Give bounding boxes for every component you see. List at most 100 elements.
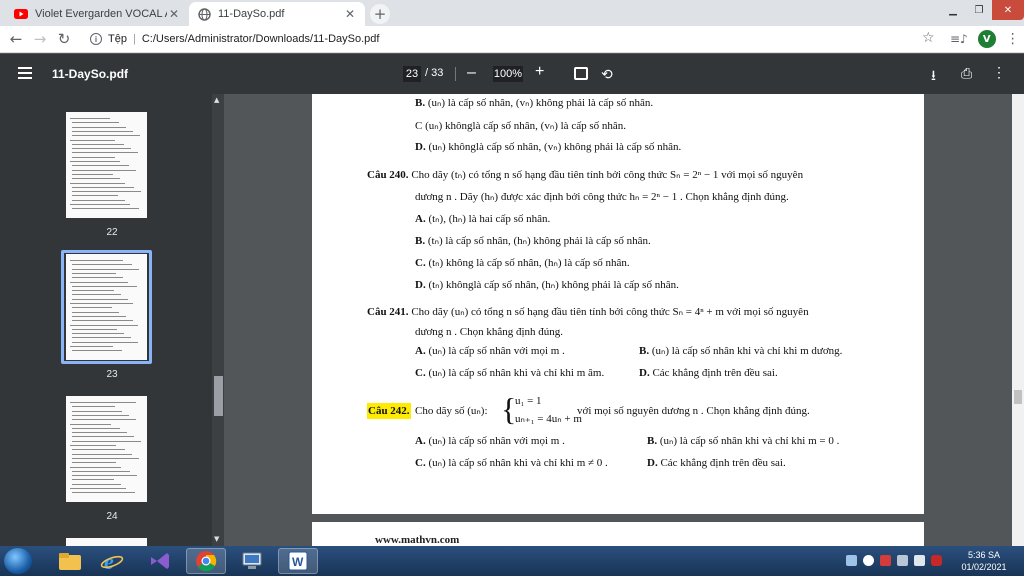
back-icon[interactable]: ← [4,30,28,48]
thumbnail-text-line [72,208,139,210]
thumbnail-text-line [72,272,116,274]
rotate-icon[interactable]: ⟲ [601,66,613,83]
q241-option-c: C. (uₙ) là cấp số nhân khi và chỉ khi m … [415,367,605,379]
thumbnail-text-line [72,320,133,322]
visual-studio-icon[interactable] [140,548,180,574]
bookmark-star-icon[interactable]: ☆ [922,30,935,46]
clock-time: 5:36 SA [967,550,1001,560]
q240-option-d: D. (tₙ) khônglà cấp số nhân, (hₙ) không … [415,279,679,291]
page-number-input[interactable]: 23 [403,66,421,82]
q242-option-c: C. (uₙ) là cấp số nhân khi và chỉ khi m … [415,457,608,469]
taskbar: e W 5:36 SA 01/02/2021 [0,546,1024,576]
question-242-label: Câu 242. [367,403,411,419]
document-scroll-thumb[interactable] [1014,390,1022,404]
thumbnail-text-line [70,488,126,489]
start-button[interactable] [4,548,32,574]
reload-icon[interactable]: ↻ [52,30,76,48]
thumbnail-text-line [72,436,134,438]
media-control-icon[interactable]: ≡♪ [950,32,968,46]
window-controls: ▁ ❐ ✕ [940,0,1024,20]
prev-option-b: B. (uₙ) là cấp số nhân, (vₙ) không phải … [415,97,654,109]
thumbnail-text-line [70,118,110,119]
new-tab-button[interactable]: + [370,4,390,24]
cloud-icon[interactable] [863,555,874,566]
scroll-down-icon[interactable]: ▼ [214,535,219,543]
taskbar-clock[interactable]: 5:36 SA 01/02/2021 [952,549,1016,573]
scroll-up-icon[interactable]: ▲ [214,96,219,104]
thumbnail-text-line [70,346,113,347]
alert-icon[interactable] [880,555,891,566]
document-scrollbar[interactable] [1012,94,1024,546]
tab-strip: Violet Evergarden VOCAL AL ✕ 11-DaySo.pd… [0,0,1024,26]
more-options-icon[interactable]: ⋮ [992,64,1006,81]
thumbnail-text-line [70,423,111,425]
system-line-1: u₁ = 1 [515,395,542,407]
clock-date: 01/02/2021 [961,562,1007,572]
scheme-label: Tệp [108,33,127,45]
thumbnail-text-line [72,122,119,124]
thumbnail-text-line [72,483,121,485]
thumbnail-text-line [72,298,128,300]
pdf-page-24: www.mathvn.com [312,522,924,546]
chat-icon[interactable] [846,555,857,566]
thumbnail-page-24[interactable] [66,396,147,502]
minimize-icon[interactable]: ▁ [940,0,966,20]
thumbnail-text-line [72,130,133,132]
chrome-icon[interactable] [186,548,226,574]
zoom-out-button[interactable]: – [467,64,476,82]
sidebar-scroll-thumb[interactable] [214,376,223,416]
thumbnail-text-line [70,303,133,304]
volume-icon[interactable] [914,555,925,566]
thumbnail-text-line [72,315,126,317]
internet-explorer-icon[interactable]: e [92,548,132,574]
thumbnail-text-line [72,462,116,464]
fit-page-icon[interactable] [574,67,588,80]
forward-icon[interactable]: → [28,30,52,48]
thumbnail-number: 24 [106,511,118,522]
q242-option-d: D. Các khẳng định trên đều sai. [647,457,786,469]
window-close-icon[interactable]: ✕ [992,0,1024,20]
thumbnail-text-line [72,432,127,434]
thumbnail-text-line [70,466,121,468]
thumbnail-text-line [70,182,125,184]
thumbnail-page-23[interactable] [66,254,147,360]
globe-icon [197,7,211,21]
thumbnail-text-line [72,152,138,154]
thumbnail-text-line [72,475,137,477]
thumbnail-text-line [70,204,130,205]
restore-icon[interactable]: ❐ [966,0,992,20]
tab-youtube[interactable]: Violet Evergarden VOCAL AL ✕ [6,2,189,26]
toolbar-divider [455,67,456,81]
footer-url: www.mathvn.com [375,534,460,546]
antivirus-icon[interactable] [931,555,942,566]
avatar[interactable]: V [977,30,996,48]
browser-toolbar: ← → ↻ i Tệp | C:/Users/Administrator/Dow… [0,26,1024,53]
sidebar-scrollbar[interactable]: ▲ ▼ [212,94,224,546]
thumbnail-text-line [72,410,122,412]
tab-pdf[interactable]: 11-DaySo.pdf ✕ [189,2,365,26]
explorer-icon[interactable] [50,548,90,574]
network-icon[interactable] [897,555,908,566]
word-icon[interactable]: W [278,548,318,574]
print-icon[interactable]: ⎙ [961,65,972,82]
download-icon[interactable]: ⭳ [931,65,936,89]
q240-option-a: A. (tₙ), (hₙ) là hai cấp số nhân. [415,213,551,225]
close-tab-icon[interactable]: ✕ [167,7,181,21]
thumbnail-text-line [70,161,120,162]
thumbnail-text-line [72,169,136,171]
tab-title: Violet Evergarden VOCAL AL [35,8,167,20]
menu-icon[interactable] [18,67,32,79]
zoom-in-button[interactable]: + [535,63,544,81]
remote-desktop-icon[interactable] [232,548,272,574]
question-242-rest: với mọi số nguyên dương n . Chọn khẳng đ… [577,405,810,417]
thumbnail-text-line [72,328,117,330]
thumbnail-text-line [72,156,115,158]
thumbnail-page-25[interactable] [66,538,147,546]
info-icon[interactable]: i [90,33,102,45]
zoom-level-input[interactable]: 100% [493,66,523,82]
address-bar[interactable]: i Tệp | C:/Users/Administrator/Downloads… [82,27,948,51]
thumbnail-page-22[interactable] [66,112,147,218]
browser-menu-icon[interactable]: ⋮ [1006,31,1020,47]
close-tab-icon[interactable]: ✕ [343,7,357,21]
thumbnail-text-line [72,440,141,442]
